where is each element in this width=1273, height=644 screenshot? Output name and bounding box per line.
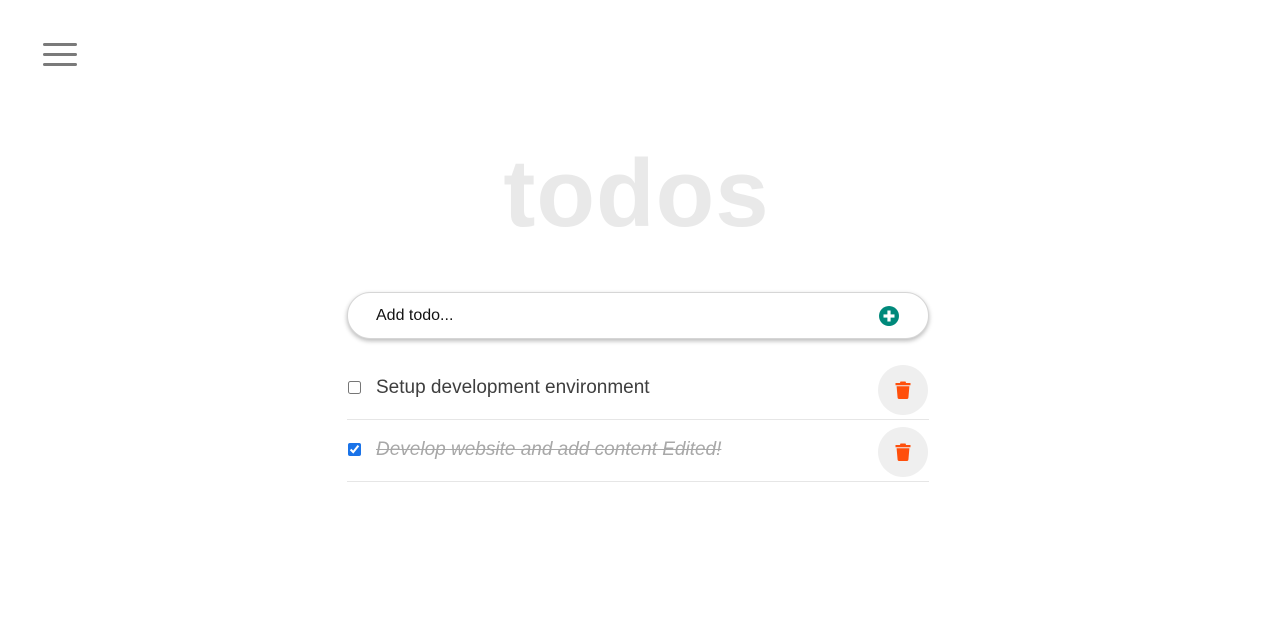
trash-icon	[895, 443, 911, 461]
todo-checkbox[interactable]	[348, 381, 361, 394]
page-title: todos	[503, 140, 770, 247]
menu-bar	[43, 63, 77, 66]
todo-item: Develop website and add content Edited!	[347, 420, 929, 482]
delete-todo-button[interactable]	[878, 427, 928, 477]
menu-bar	[43, 43, 77, 46]
delete-todo-button[interactable]	[878, 365, 928, 415]
todo-text[interactable]: Develop website and add content Edited!	[376, 439, 721, 461]
trash-icon	[895, 381, 911, 399]
plus-circle-icon[interactable]	[879, 306, 899, 326]
todo-list: Setup development environment Develop we…	[347, 358, 929, 482]
todo-item: Setup development environment	[347, 358, 929, 420]
todo-text[interactable]: Setup development environment	[376, 377, 650, 399]
hamburger-menu-icon[interactable]	[40, 40, 80, 74]
menu-bar	[43, 53, 77, 56]
add-todo-input[interactable]	[376, 305, 856, 327]
todo-checkbox[interactable]	[348, 443, 361, 456]
add-todo-form	[347, 292, 929, 339]
